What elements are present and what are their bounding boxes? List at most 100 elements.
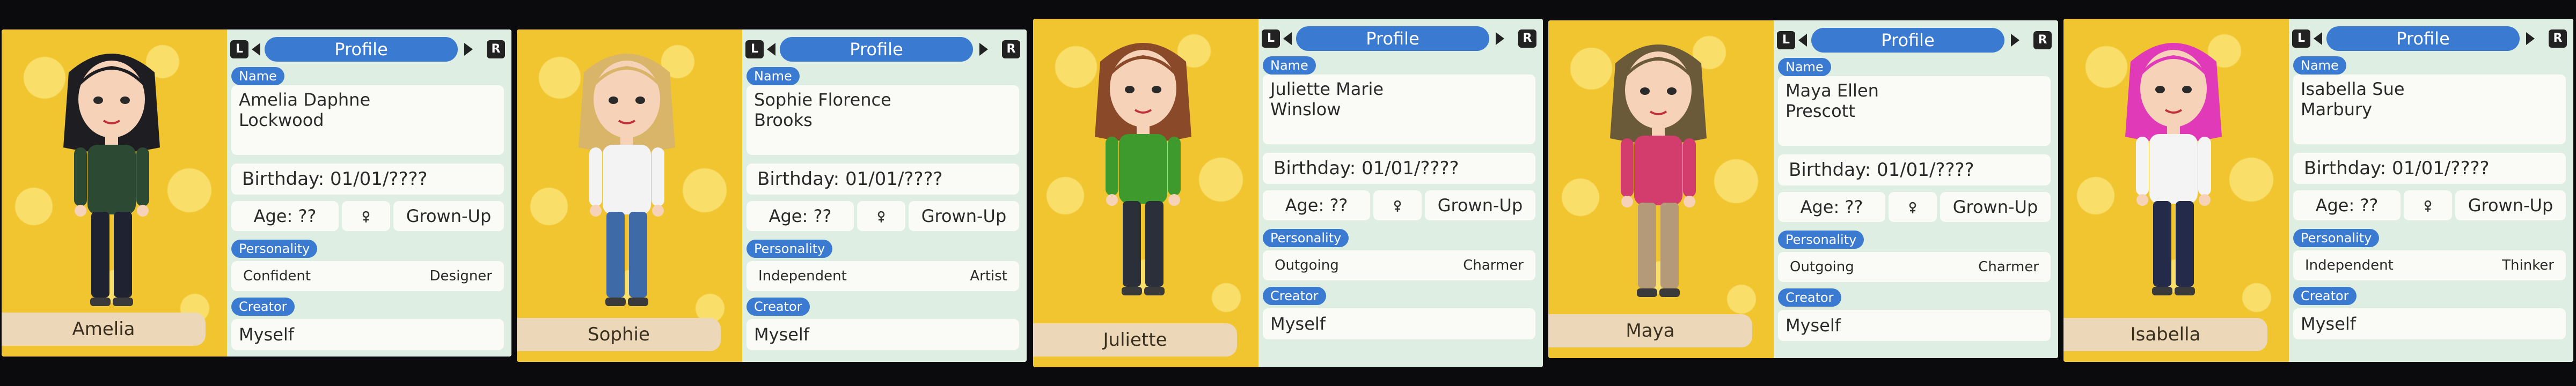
profile-header: L Profile R <box>2289 25 2573 52</box>
profile-panel: L Profile R Name Juliette Marie Winslow … <box>1258 19 1543 367</box>
birthday-field: Birthday: 01/01/???? <box>231 164 504 195</box>
profile-tab-title: Profile <box>1296 26 1489 51</box>
mii-avatar[interactable] <box>546 40 707 319</box>
creator-field: Myself <box>747 319 1019 350</box>
creator-text: Myself <box>1785 315 1841 336</box>
full-name-field: Isabella Sue Marbury <box>2293 75 2566 144</box>
avatar-background: Sophie <box>517 29 742 362</box>
full-name-field: Juliette Marie Winslow <box>1263 75 1535 144</box>
personality-field: Confident Designer <box>231 261 504 291</box>
gender-field <box>1373 190 1422 220</box>
birthday-text: Birthday: 01/01/???? <box>242 168 428 190</box>
creator-text: Myself <box>1270 314 1326 334</box>
r-shoulder-button[interactable]: R <box>1002 40 1020 58</box>
l-shoulder-button[interactable]: L <box>2292 29 2310 48</box>
profile-card-amelia: Amelia L Profile R Name Amelia Daphne Lo… <box>2 29 511 357</box>
personality-trait-1: Outgoing <box>1790 259 1854 275</box>
age-text: Age: ?? <box>769 206 832 226</box>
birthday-field: Birthday: 01/01/???? <box>1778 154 2051 185</box>
profile-card-sophie: Sophie L Profile R Name Sophie Florence … <box>517 29 1027 362</box>
life-stage-field: Grown-Up <box>1425 190 1535 220</box>
name-label: Name <box>2293 56 2346 75</box>
nickname-plate: Maya <box>1548 314 1752 347</box>
mii-avatar[interactable] <box>31 40 192 319</box>
age-text: Age: ?? <box>1285 195 1348 216</box>
l-shoulder-button[interactable]: L <box>230 40 248 58</box>
age-text: Age: ?? <box>253 206 317 226</box>
life-stage-text: Grown-Up <box>1952 197 2038 217</box>
creator-label: Creator <box>2293 287 2357 305</box>
creator-field: Myself <box>1778 310 2051 341</box>
name-label: Name <box>231 67 284 85</box>
birthday-field: Birthday: 01/01/???? <box>747 164 1019 195</box>
female-symbol-icon <box>1909 202 1916 213</box>
r-shoulder-button[interactable]: R <box>2033 31 2052 49</box>
personality-label: Personality <box>2293 229 2380 247</box>
life-stage-text: Grown-Up <box>2468 195 2553 216</box>
profile-panel: L Profile R Name Sophie Florence Brooks … <box>742 29 1027 362</box>
next-arrow-icon[interactable] <box>464 43 473 56</box>
next-arrow-icon[interactable] <box>2526 32 2535 45</box>
female-symbol-icon <box>362 211 370 222</box>
next-arrow-icon[interactable] <box>2011 34 2019 47</box>
gender-field <box>857 201 905 231</box>
avatar-background: Maya <box>1548 20 1774 358</box>
profile-tab-title: Profile <box>2326 26 2520 51</box>
nickname-label: Isabella <box>2130 324 2201 345</box>
nickname-plate: Juliette <box>1033 323 1237 357</box>
next-arrow-icon[interactable] <box>979 43 988 56</box>
personality-trait-2: Thinker <box>2502 257 2554 273</box>
creator-text: Myself <box>2301 314 2357 334</box>
personality-field: Independent Artist <box>747 261 1019 291</box>
personality-trait-2: Charmer <box>1978 259 2039 275</box>
r-shoulder-button[interactable]: R <box>487 40 505 58</box>
life-stage-text: Grown-Up <box>406 206 492 226</box>
prev-arrow-icon[interactable] <box>252 43 260 56</box>
prev-arrow-icon[interactable] <box>2314 32 2322 45</box>
mii-avatar[interactable] <box>1578 31 1739 310</box>
profile-panel: L Profile R Name Amelia Daphne Lockwood … <box>227 29 511 357</box>
creator-label: Creator <box>1263 287 1326 305</box>
profile-tab-title: Profile <box>1811 28 2004 53</box>
gender-field <box>342 201 390 231</box>
profile-card-maya: Maya L Profile R Name Maya Ellen Prescot… <box>1548 20 2058 358</box>
name-line-2: Marbury <box>2301 99 2373 120</box>
life-stage-field: Grown-Up <box>2455 190 2566 220</box>
nickname-plate: Amelia <box>2 313 206 346</box>
l-shoulder-button[interactable]: L <box>745 40 764 58</box>
r-shoulder-button[interactable]: R <box>1518 29 1536 48</box>
prev-arrow-icon[interactable] <box>1798 34 1807 47</box>
personality-field: Outgoing Charmer <box>1263 250 1535 280</box>
personality-trait-1: Independent <box>758 268 847 284</box>
next-arrow-icon[interactable] <box>1496 32 1504 45</box>
life-stage-field: Grown-Up <box>393 201 504 231</box>
personality-trait-1: Independent <box>2305 257 2394 273</box>
prev-arrow-icon[interactable] <box>1283 32 1292 45</box>
age-field: Age: ?? <box>2293 190 2401 220</box>
creator-text: Myself <box>239 324 295 345</box>
l-shoulder-button[interactable]: L <box>1777 31 1795 49</box>
age-field: Age: ?? <box>747 201 854 231</box>
prev-arrow-icon[interactable] <box>767 43 775 56</box>
mii-avatar[interactable] <box>2093 29 2254 308</box>
personality-trait-1: Confident <box>243 268 311 284</box>
r-shoulder-button[interactable]: R <box>2549 29 2567 48</box>
mii-avatar[interactable] <box>1063 29 1224 308</box>
creator-text: Myself <box>754 324 810 345</box>
nickname-label: Maya <box>1626 320 1675 342</box>
personality-field: Independent Thinker <box>2293 250 2566 280</box>
nickname-label: Juliette <box>1103 329 1167 351</box>
profile-header: L Profile R <box>1774 27 2058 54</box>
personality-trait-2: Designer <box>429 268 492 284</box>
full-name-field: Amelia Daphne Lockwood <box>231 85 504 155</box>
profile-panel: L Profile R Name Maya Ellen Prescott Bir… <box>1774 20 2058 358</box>
profile-panel: L Profile R Name Isabella Sue Marbury Bi… <box>2289 19 2573 362</box>
profile-header: L Profile R <box>1258 25 1543 52</box>
l-shoulder-button[interactable]: L <box>1262 29 1280 48</box>
gender-field <box>2404 190 2452 220</box>
birthday-text: Birthday: 01/01/???? <box>2304 158 2490 179</box>
female-symbol-icon <box>2424 200 2432 212</box>
profile-header: L Profile R <box>742 36 1027 63</box>
age-text: Age: ?? <box>1800 197 1863 217</box>
name-line-2: Prescott <box>1785 101 1855 121</box>
